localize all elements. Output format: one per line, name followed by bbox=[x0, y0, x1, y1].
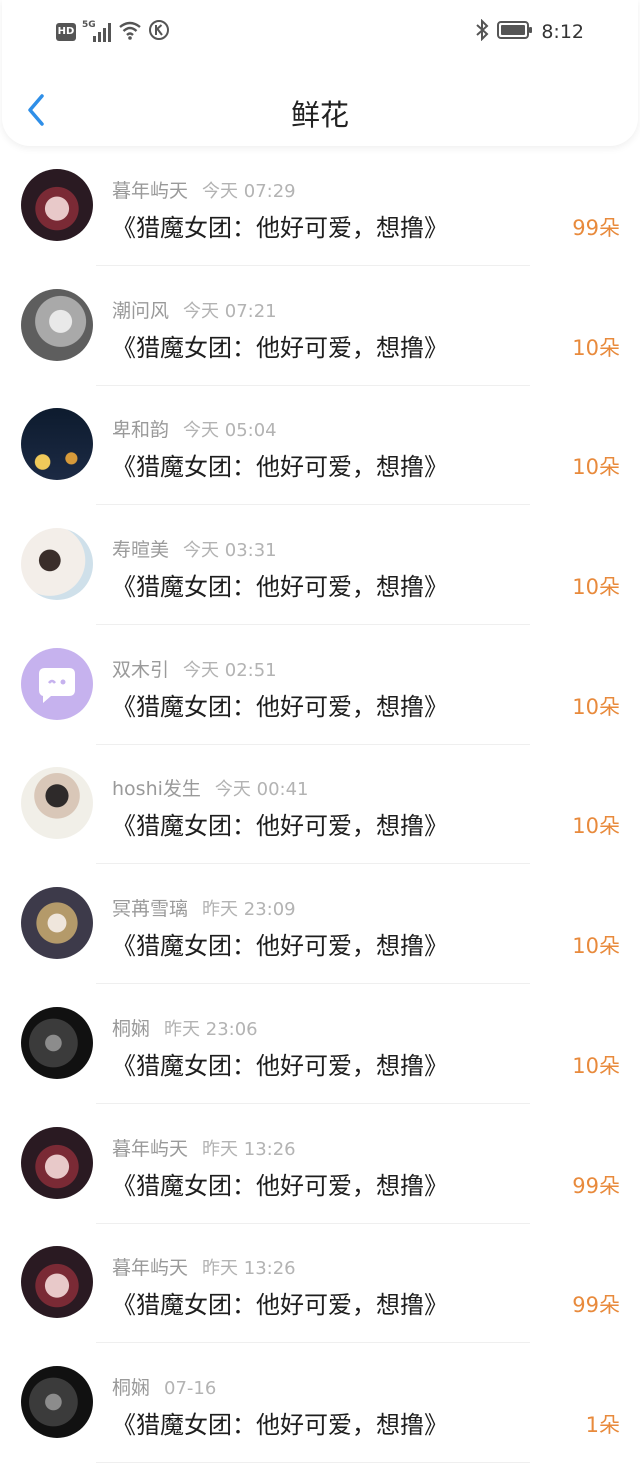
signal-icon: 5G bbox=[82, 20, 112, 42]
user-name: 桐娴 bbox=[112, 1017, 151, 1040]
gift-list: 暮年屿天 今天 07:29 《猎魔女团：他好可爱，想撸》 99朵 潮问风 今天 07… bbox=[0, 146, 640, 1463]
list-item[interactable]: 卑和韵 今天 05:04 《猎魔女团：他好可爱，想撸》 10朵 bbox=[0, 385, 640, 506]
chat-bubble-avatar[interactable] bbox=[21, 647, 93, 720]
selfie-photo-avatar[interactable] bbox=[21, 767, 93, 840]
list-item[interactable]: 潮问风 今天 07:21 《猎魔女团：他好可爱，想撸》 10朵 bbox=[0, 266, 640, 386]
item-time: 今天 07:21 bbox=[183, 300, 277, 322]
item-time: 今天 07:29 bbox=[202, 181, 296, 202]
item-meta: 冥苒雪璃 昨天 23:09 bbox=[112, 894, 296, 921]
user-name: hoshi发生 bbox=[112, 778, 201, 801]
item-time: 今天 00:41 bbox=[214, 779, 309, 801]
night-lights-avatar[interactable] bbox=[21, 408, 93, 481]
flower-count: 10朵 bbox=[572, 694, 620, 719]
item-title: 《猎魔女团：他好可爱，想撸》 bbox=[112, 932, 448, 961]
chat-bubble-icon bbox=[39, 667, 75, 703]
dark-girl-avatar[interactable] bbox=[21, 1365, 93, 1438]
list-item[interactable]: 桐娴 昨天 23:06 《猎魔女团：他好可爱，想撸》 10朵 bbox=[0, 984, 640, 1104]
list-item[interactable]: 暮年屿天 昨天 13:26 《猎魔女团：他好可爱，想撸》 99朵 bbox=[0, 1223, 640, 1344]
item-meta: 暮年屿天 昨天 13:26 bbox=[112, 1134, 296, 1161]
item-title: 《猎魔女团：他好可爱，想撸》 bbox=[112, 692, 448, 721]
ornate-anime-avatar[interactable] bbox=[21, 887, 93, 960]
page-title: 鲜花 bbox=[290, 98, 349, 132]
item-meta: 桐娴 昨天 23:06 bbox=[112, 1014, 258, 1041]
item-title: 《猎魔女团：他好可爱，想撸》 bbox=[112, 1410, 448, 1439]
status-right: 8:12 bbox=[475, 18, 584, 45]
anime-dark-avatar[interactable] bbox=[21, 169, 93, 241]
item-title: 《猎魔女团：他好可爱，想撸》 bbox=[112, 812, 448, 841]
flower-count: 99朵 bbox=[572, 1173, 620, 1198]
clock-time: 8:12 bbox=[541, 21, 584, 43]
item-title: 《猎魔女团：他好可爱，想撸》 bbox=[112, 333, 448, 362]
list-item[interactable]: 桐娴 07-16 《猎魔女团：他好可爱，想撸》 1朵 bbox=[0, 1343, 640, 1463]
user-name: 暮年屿天 bbox=[112, 1137, 189, 1160]
hd-badge: HD bbox=[56, 23, 76, 41]
dark-girl-avatar[interactable] bbox=[21, 1006, 93, 1079]
girl-pillow-avatar[interactable] bbox=[21, 528, 93, 601]
nav-bar: 鲜花 bbox=[2, 72, 638, 146]
item-time: 昨天 23:06 bbox=[164, 1018, 258, 1040]
item-meta: 潮问风 今天 07:21 bbox=[112, 296, 277, 323]
item-time: 昨天 13:26 bbox=[202, 1258, 296, 1280]
flower-count: 1朵 bbox=[585, 1412, 620, 1437]
user-name: 暮年屿天 bbox=[112, 180, 189, 202]
top-bar: HD 5G 8:12 鲜花 bbox=[2, 0, 638, 146]
list-item[interactable]: 暮年屿天 昨天 13:26 《猎魔女团：他好可爱，想撸》 99朵 bbox=[0, 1104, 640, 1224]
user-name: 卑和韵 bbox=[112, 419, 170, 442]
item-title: 《猎魔女团：他好可爱，想撸》 bbox=[112, 453, 448, 482]
list-item[interactable]: 寿暄美 今天 03:31 《猎魔女团：他好可爱，想撸》 10朵 bbox=[0, 505, 640, 626]
flower-count: 10朵 bbox=[572, 335, 620, 360]
anime-dark-avatar[interactable] bbox=[21, 1246, 93, 1319]
wifi-icon bbox=[118, 20, 142, 44]
list-item[interactable]: 双木引 今天 02:51 《猎魔女团：他好可爱，想撸》 10朵 bbox=[0, 625, 640, 745]
flower-count: 10朵 bbox=[572, 934, 620, 959]
user-name: 双木引 bbox=[112, 658, 170, 681]
item-time: 昨天 23:09 bbox=[202, 899, 296, 921]
item-meta: 双木引 今天 02:51 bbox=[112, 655, 277, 682]
grayscale-photo-avatar[interactable] bbox=[21, 288, 93, 361]
status-left: HD 5G bbox=[56, 19, 170, 45]
bluetooth-icon bbox=[475, 18, 489, 45]
user-name: 潮问风 bbox=[112, 299, 170, 322]
flower-count: 10朵 bbox=[572, 814, 620, 839]
item-time: 昨天 13:26 bbox=[202, 1138, 296, 1160]
k-circle-icon bbox=[148, 19, 170, 45]
list-item[interactable]: 暮年屿天 今天 07:29 《猎魔女团：他好可爱，想撸》 99朵 bbox=[0, 146, 640, 266]
flower-count: 10朵 bbox=[572, 455, 620, 480]
user-name: 寿暄美 bbox=[112, 539, 170, 562]
flower-count: 10朵 bbox=[572, 575, 620, 600]
user-name: 桐娴 bbox=[112, 1376, 151, 1399]
item-title: 《猎魔女团：他好可爱，想撸》 bbox=[112, 214, 448, 242]
anime-dark-avatar[interactable] bbox=[21, 1126, 93, 1199]
flower-count: 99朵 bbox=[572, 1293, 620, 1318]
item-time: 今天 02:51 bbox=[183, 659, 277, 681]
item-title: 《猎魔女团：他好可爱，想撸》 bbox=[112, 1051, 448, 1080]
battery-icon bbox=[497, 20, 533, 44]
flower-count: 10朵 bbox=[572, 1053, 620, 1078]
item-title: 《猎魔女团：他好可爱，想撸》 bbox=[112, 573, 448, 602]
flower-count: 99朵 bbox=[572, 216, 620, 240]
list-item[interactable]: 冥苒雪璃 昨天 23:09 《猎魔女团：他好可爱，想撸》 10朵 bbox=[0, 864, 640, 985]
item-meta: 暮年屿天 昨天 13:26 bbox=[112, 1253, 296, 1280]
item-meta: 寿暄美 今天 03:31 bbox=[112, 535, 277, 562]
status-bar: HD 5G 8:12 bbox=[2, 0, 638, 64]
list-item[interactable]: hoshi发生 今天 00:41 《猎魔女团：他好可爱，想撸》 10朵 bbox=[0, 744, 640, 865]
item-time: 今天 03:31 bbox=[183, 540, 277, 562]
item-meta: hoshi发生 今天 00:41 bbox=[112, 774, 309, 801]
item-meta: 桐娴 07-16 bbox=[112, 1373, 216, 1400]
user-name: 冥苒雪璃 bbox=[112, 898, 189, 921]
user-name: 暮年屿天 bbox=[112, 1257, 189, 1280]
item-meta: 暮年屿天 今天 07:29 bbox=[112, 176, 296, 203]
item-time: 07-16 bbox=[164, 1377, 217, 1399]
item-title: 《猎魔女团：他好可爱，想撸》 bbox=[112, 1171, 448, 1200]
item-meta: 卑和韵 今天 05:04 bbox=[112, 415, 277, 442]
item-time: 今天 05:04 bbox=[183, 420, 277, 442]
item-title: 《猎魔女团：他好可爱，想撸》 bbox=[112, 1291, 448, 1320]
